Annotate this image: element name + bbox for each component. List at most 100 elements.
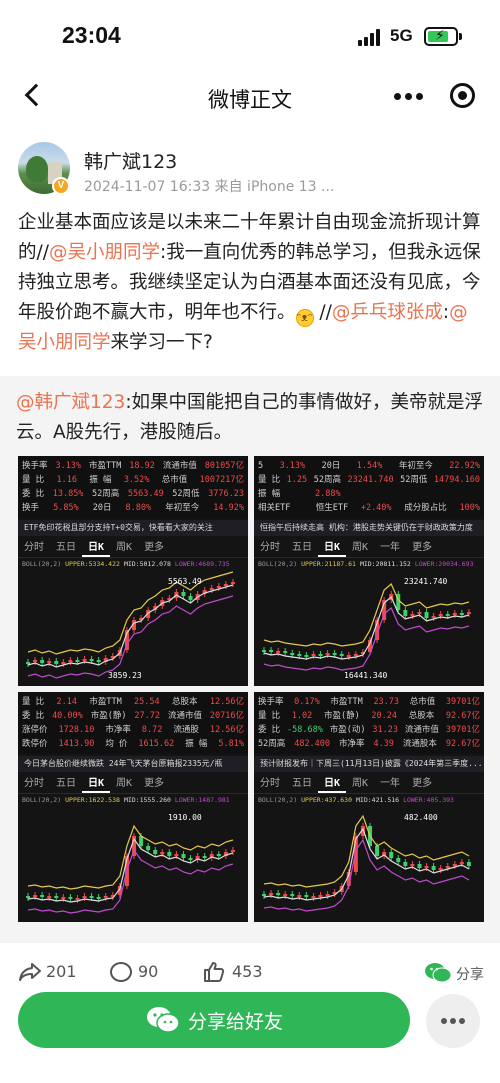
share-to-friends-button[interactable]: 分享给好友 — [18, 992, 410, 1048]
quote-value: 1.54% — [356, 461, 383, 471]
candle — [61, 897, 66, 899]
stock-chart-image[interactable]: 量 比 2.14 市盈TTM 25.54 总股本 12.56亿委 比 40.00% 市盈(静)… — [18, 692, 248, 922]
quote-value: 801057亿 — [204, 461, 244, 471]
quote-value: 52周高 — [313, 475, 341, 485]
candle — [466, 612, 471, 614]
quote-value: 8.80% — [125, 503, 152, 513]
like-icon[interactable] — [202, 960, 226, 984]
candlestick-chart: 1910.00 — [26, 813, 235, 914]
chart-tab: 更多 — [412, 542, 433, 553]
mention-link[interactable]: @吴小朋同学 — [49, 242, 160, 263]
candle — [202, 856, 207, 858]
post-text: // — [313, 302, 332, 323]
like-count[interactable]: 453 — [232, 962, 263, 981]
quote-value: 31.23 — [372, 725, 399, 735]
boll-upper-line — [27, 571, 234, 655]
candle — [410, 614, 415, 616]
boll-upper-line — [263, 583, 470, 647]
candle — [410, 864, 415, 866]
quote-value: 1615.62 — [138, 739, 175, 749]
quote-value: 1.16 — [56, 475, 77, 485]
quote-row: 委 比 13.85% 52周高 5563.49 52周低 3776.23 — [22, 487, 244, 501]
candle — [26, 896, 30, 898]
quote-value: 39701亿 — [445, 697, 480, 707]
author-name[interactable]: 韩广斌123 — [84, 147, 177, 174]
quote-value: 12.56亿 — [209, 697, 244, 707]
candle — [68, 660, 73, 662]
candle — [297, 895, 302, 897]
quote-value: 3.52% — [123, 475, 150, 485]
comment-icon[interactable] — [110, 962, 132, 982]
quote-value: 5 — [258, 461, 264, 471]
quote-value: 1007217亿 — [199, 475, 244, 485]
quote-value: 流通股本 — [402, 739, 437, 749]
chart-tab: 日K — [82, 538, 111, 557]
quote-row: 换手率 3.13% 市盈TTM 18.92 流通市值 801057亿 — [22, 459, 244, 473]
candle — [445, 614, 450, 616]
candle — [353, 654, 358, 656]
quote-value: -58.68% — [287, 725, 323, 735]
candlestick-chart: 482.400 — [262, 813, 471, 912]
chart-tab: 五日 — [292, 542, 312, 553]
candle — [103, 896, 108, 898]
repost-text: @韩广斌123:如果中国能把自己的事情做好，美帝就是浮云。A股先行，港股随后。 — [16, 388, 484, 448]
candle — [318, 654, 323, 656]
image-grid: 换手率 3.13% 市盈TTM 18.92 流通市值 801057亿量 比 1.16 振 幅 3… — [18, 456, 484, 922]
repost-icon[interactable] — [18, 962, 42, 982]
candle — [160, 852, 165, 854]
more-options-icon[interactable] — [394, 92, 424, 102]
quote-value: 总股本 — [408, 711, 435, 721]
stock-chart-image[interactable]: 换手率 0.17% 市盈TTM 23.73 总市值 39701亿量 比 1.02 市盈(静) 2… — [254, 692, 484, 922]
quote-value: 换手 — [22, 503, 40, 513]
quote-value: 市盈(动) — [329, 725, 366, 735]
candle — [146, 846, 151, 850]
quote-value: 年初至今 — [398, 461, 433, 471]
boll-value: MID:1555.260 — [123, 796, 171, 804]
candle — [304, 655, 309, 657]
quote-value: 3.13% — [55, 461, 82, 471]
stock-chart-image[interactable]: 5 3.13% 20日 1.54% 年初至今 22.92% 量 比 1.25 52周高 23241… — [254, 456, 484, 686]
chart-tab: 日K — [82, 774, 111, 793]
boll-value: MID:5012.078 — [123, 560, 171, 568]
mini-program-close-icon[interactable] — [450, 83, 475, 108]
quote-value: 总市值 — [409, 697, 436, 707]
quote-value: 量 比 — [258, 711, 281, 721]
candle — [452, 864, 457, 866]
wechat-icon[interactable] — [424, 962, 452, 984]
quote-value: 5.85% — [53, 503, 79, 513]
chart-tab: 分时 — [24, 542, 44, 553]
candle — [33, 895, 38, 897]
quote-value: 市盈(静) — [323, 711, 360, 721]
price-label: 23241.740 — [404, 577, 448, 586]
quote-value: 流通市值 — [404, 725, 439, 735]
quote-value: 1413.90 — [58, 739, 95, 749]
comment-count[interactable]: 90 — [138, 962, 158, 981]
stock-chart-image[interactable]: 换手率 3.13% 市盈TTM 18.92 流通市值 801057亿量 比 1.16 振 幅 3… — [18, 456, 248, 686]
boll-indicator: BOLL(20,2) UPPER:21187.61 MID:20811.152 LOW… — [254, 559, 484, 569]
quote-value: 量 比 — [258, 475, 281, 485]
candle — [26, 662, 30, 664]
candle — [424, 612, 429, 618]
chart-tabs: 分时 五日 日K 周K 一年 更多 — [254, 774, 484, 794]
quote-value: 量 比 — [22, 475, 45, 485]
boll-mid-line — [27, 584, 234, 668]
reposted-weibo[interactable]: @韩广斌123:如果中国能把自己的事情做好，美帝就是浮云。A股先行，港股随后。 … — [0, 376, 500, 943]
quote-panel: 换手率 0.17% 市盈TTM 23.73 总市值 39701亿量 比 1.02 市盈(静) 2… — [254, 692, 484, 754]
quote-value: 委 比 — [22, 711, 45, 721]
quote-value: 14794.160 — [433, 475, 480, 485]
quote-value: 1.25 — [286, 475, 308, 485]
more-button[interactable] — [426, 994, 480, 1048]
candle — [68, 897, 73, 899]
mention-link[interactable]: @韩广斌123 — [16, 392, 125, 413]
candle — [431, 616, 436, 618]
mention-link[interactable]: @乒乓球张成 — [332, 302, 443, 323]
boll-lower-line — [263, 838, 470, 912]
quote-value: 2.14 — [56, 697, 77, 707]
candle — [188, 858, 193, 860]
quote-value: 年初至今 — [165, 503, 200, 513]
candle — [153, 850, 158, 854]
repost-count[interactable]: 201 — [46, 962, 77, 981]
share-label[interactable]: 分享 — [456, 964, 484, 984]
quote-value: 22.92% — [449, 461, 480, 471]
quote-panel: 量 比 2.14 市盈TTM 25.54 总股本 12.56亿委 比 40.00% 市盈(静)… — [18, 692, 248, 754]
